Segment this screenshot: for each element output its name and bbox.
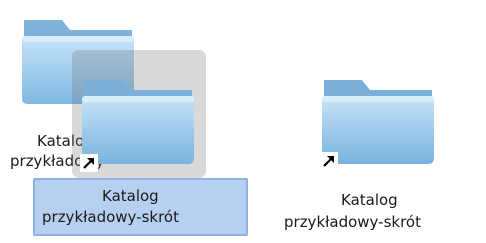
alias-label-line1: Katalog <box>102 187 159 205</box>
alias-label-line1: Katalog <box>341 191 398 209</box>
alias-label-line2: przykładowy-skrót <box>42 208 179 226</box>
alias-arrow-icon <box>320 152 338 174</box>
alias-arrow-icon <box>80 154 98 176</box>
alias-label-line2: przykładowy-skrót <box>284 213 421 231</box>
desktop-item-alias-placed[interactable]: Katalog przykładowy-skrót <box>284 40 486 243</box>
